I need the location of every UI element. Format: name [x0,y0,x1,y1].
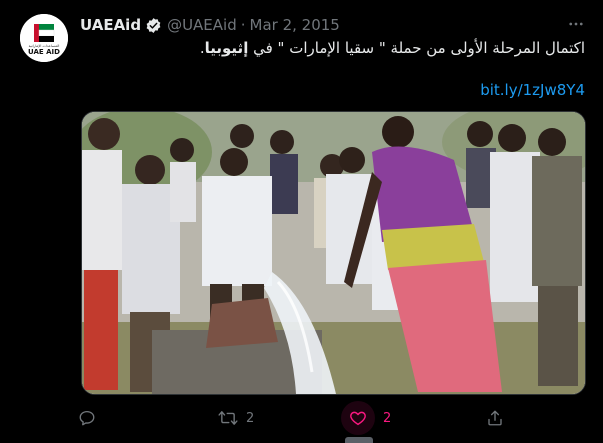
svg-text:UAE AID: UAE AID [28,48,60,56]
share-button[interactable] [486,404,512,432]
tweet-text: اكتمال المرحلة الأولى من حملة " سقيا الإ… [80,38,585,58]
like-highlight [341,401,375,435]
retweet-icon [218,411,238,425]
author-handle[interactable]: @UAEAid [167,16,237,34]
tweet-date[interactable]: Mar 2, 2015 [250,16,340,34]
like-button[interactable]: 2 [341,401,392,435]
reply-icon [79,410,95,426]
retweet-button[interactable]: 2 [218,404,254,432]
tweet-text-bold[interactable]: إثيوبيا [205,39,249,57]
more-icon[interactable] [562,14,590,34]
tooltip-nub [345,437,373,443]
author-display-name[interactable]: UAEAid [80,16,141,34]
tweet-card[interactable]: المساعدات الإماراتية UAE AID UAEAid @UAE… [0,0,603,443]
uae-aid-logo: المساعدات الإماراتية UAE AID [20,14,68,62]
separator-dot: · [240,16,246,34]
tweet-text-main: اكتمال المرحلة الأولى من حملة " سقيا الإ… [248,39,585,57]
retweet-count: 2 [246,410,255,426]
verified-badge-icon [145,17,162,34]
like-count: 2 [383,410,392,426]
heart-icon [350,411,366,426]
reply-button[interactable] [78,404,104,432]
photo-illustration [82,112,585,394]
avatar[interactable]: المساعدات الإماراتية UAE AID [20,14,68,62]
share-icon [488,410,502,426]
tweet-actions: 2 2 [78,401,508,435]
tweet-link[interactable]: bit.ly/1zJw8Y4 [480,80,585,100]
tweet-header: UAEAid @UAEAid · Mar 2, 2015 [80,15,340,35]
tweet-photo[interactable] [81,111,586,395]
